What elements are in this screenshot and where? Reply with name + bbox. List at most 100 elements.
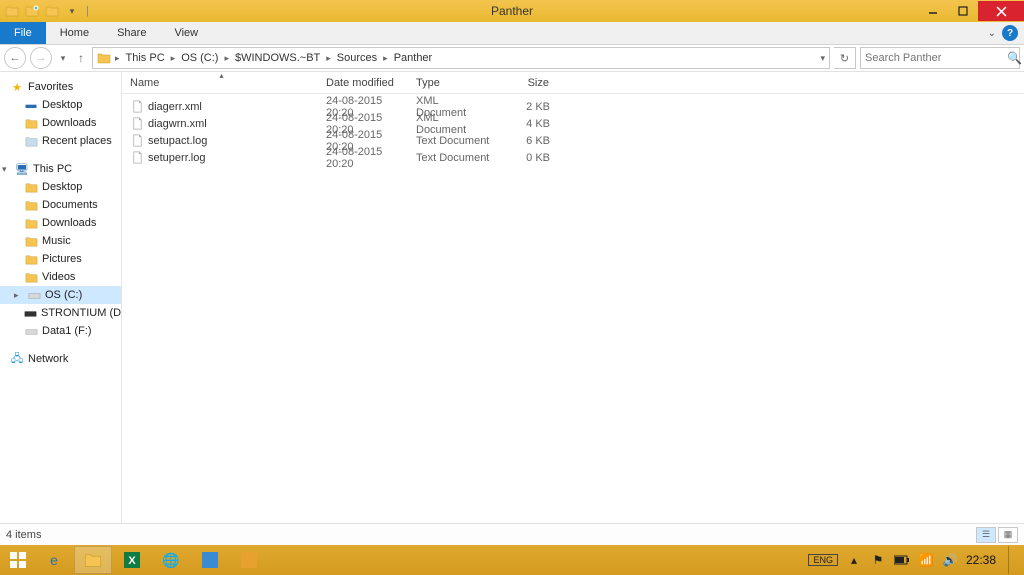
taskbar: e X 🌐 ENG ▴ ⚑ 📶 🔊 22:38 <box>0 545 1024 575</box>
up-button[interactable]: ↑ <box>74 47 88 69</box>
ribbon-tabs: File Home Share View ⌄ ? <box>0 22 1024 45</box>
tray-up-icon[interactable]: ▴ <box>846 552 862 568</box>
taskbar-app3[interactable] <box>230 546 268 574</box>
file-type: XML Document <box>408 112 498 136</box>
nav-label: Videos <box>42 271 75 283</box>
folder-icon <box>24 270 38 284</box>
taskbar-excel[interactable]: X <box>113 546 151 574</box>
tab-view[interactable]: View <box>160 22 212 44</box>
tree-expand-icon[interactable]: ▸ <box>14 290 23 301</box>
folder-icon <box>24 198 38 212</box>
drive-icon <box>27 288 41 302</box>
forward-button[interactable]: → <box>30 47 52 69</box>
tree-collapse-icon[interactable]: ▾ <box>2 164 11 175</box>
nav-data1-f[interactable]: Data1 (F:) <box>0 322 121 340</box>
recent-locations-icon[interactable]: ▾ <box>56 47 70 69</box>
folder-icon <box>83 550 103 570</box>
window-title: Panther <box>491 4 533 18</box>
nav-strontium-d[interactable]: STRONTIUM (D:) <box>0 304 121 322</box>
file-row[interactable]: diagwrn.xml24-08-2015 20:20XML Document4… <box>122 115 1024 132</box>
nav-os-c[interactable]: ▸OS (C:) <box>0 286 121 304</box>
nav-desktop[interactable]: ▬ Desktop <box>0 96 121 114</box>
clock[interactable]: 22:38 <box>966 553 996 567</box>
nav-network[interactable]: 🖧 Network <box>0 350 121 368</box>
breadcrumb-item[interactable]: Panther <box>392 52 435 64</box>
taskbar-app2[interactable] <box>191 546 229 574</box>
address-bar: ← → ▾ ↑ ▸ This PC ▸ OS (C:) ▸ $WINDOWS.~… <box>0 45 1024 72</box>
chevron-right-icon[interactable]: ▸ <box>222 53 231 64</box>
chevron-right-icon[interactable]: ▸ <box>381 53 390 64</box>
column-name[interactable]: Name▴ <box>122 72 318 93</box>
nav-pictures[interactable]: Pictures <box>0 250 121 268</box>
taskbar-app1[interactable]: 🌐 <box>152 546 190 574</box>
search-box[interactable]: 🔍 <box>860 47 1020 69</box>
chevron-right-icon[interactable]: ▸ <box>169 53 178 64</box>
network-icon[interactable]: 📶 <box>918 552 934 568</box>
chevron-right-icon[interactable]: ▸ <box>324 53 333 64</box>
tab-home[interactable]: Home <box>46 22 103 44</box>
nav-label: Desktop <box>42 181 82 193</box>
breadcrumb-item[interactable]: $WINDOWS.~BT <box>233 52 322 64</box>
nav-this-pc[interactable]: ▾ 🖥 This PC <box>0 160 121 178</box>
refresh-button[interactable]: ↻ <box>834 47 856 69</box>
taskbar-ie[interactable]: e <box>35 546 73 574</box>
help-icon[interactable]: ? <box>1002 25 1018 41</box>
details-view-button[interactable]: ☰ <box>976 527 996 543</box>
file-type: Text Document <box>408 135 498 147</box>
chevron-down-icon[interactable]: ▾ <box>64 3 80 19</box>
tab-file[interactable]: File <box>0 22 46 44</box>
search-icon[interactable]: 🔍 <box>1007 51 1022 65</box>
breadcrumb-item[interactable]: This PC <box>124 52 167 64</box>
file-icon <box>130 117 144 131</box>
nav-desktop[interactable]: Desktop <box>0 178 121 196</box>
file-size: 2 KB <box>498 101 558 113</box>
nav-label: Documents <box>42 199 98 211</box>
volume-icon[interactable]: 🔊 <box>942 552 958 568</box>
search-input[interactable] <box>865 52 1007 64</box>
nav-music[interactable]: Music <box>0 232 121 250</box>
properties-icon[interactable] <box>44 3 60 19</box>
nav-downloads[interactable]: Downloads <box>0 214 121 232</box>
back-button[interactable]: ← <box>4 47 26 69</box>
show-desktop-button[interactable] <box>1008 546 1016 574</box>
nav-label: Network <box>28 353 68 365</box>
folder-icon <box>24 116 38 130</box>
column-type[interactable]: Type <box>408 72 498 93</box>
network-icon: 🖧 <box>10 352 24 366</box>
ribbon-expand-icon[interactable]: ⌄ <box>988 28 996 39</box>
file-name: diagwrn.xml <box>148 118 207 130</box>
minimize-button[interactable] <box>918 1 948 21</box>
new-folder-icon[interactable] <box>24 3 40 19</box>
maximize-button[interactable] <box>948 1 978 21</box>
battery-icon[interactable] <box>894 552 910 568</box>
nav-favorites[interactable]: ★ Favorites <box>0 78 121 96</box>
nav-downloads[interactable]: Downloads <box>0 114 121 132</box>
tab-share[interactable]: Share <box>103 22 160 44</box>
column-date[interactable]: Date modified <box>318 72 408 93</box>
chevron-down-icon[interactable]: ▾ <box>820 53 825 64</box>
file-row[interactable]: setupact.log24-08-2015 20:20Text Documen… <box>122 132 1024 149</box>
status-bar: 4 items ☰ ▦ <box>0 523 1024 545</box>
nav-recent[interactable]: Recent places <box>0 132 121 150</box>
column-headers: Name▴ Date modified Type Size <box>122 72 1024 94</box>
breadcrumb-item[interactable]: Sources <box>335 52 379 64</box>
nav-videos[interactable]: Videos <box>0 268 121 286</box>
icons-view-button[interactable]: ▦ <box>998 527 1018 543</box>
file-row[interactable]: setuperr.log24-08-2015 20:20Text Documen… <box>122 149 1024 166</box>
breadcrumb[interactable]: ▸ This PC ▸ OS (C:) ▸ $WINDOWS.~BT ▸ Sou… <box>92 47 830 69</box>
folder-icon <box>24 180 38 194</box>
chevron-right-icon[interactable]: ▸ <box>113 53 122 64</box>
pc-icon: 🖥 <box>15 162 29 176</box>
keyboard-indicator[interactable]: ENG <box>808 554 838 566</box>
flag-icon[interactable]: ⚑ <box>870 552 886 568</box>
file-row[interactable]: diagerr.xml24-08-2015 20:20XML Document2… <box>122 98 1024 115</box>
nav-documents[interactable]: Documents <box>0 196 121 214</box>
column-size[interactable]: Size <box>498 72 558 93</box>
close-button[interactable] <box>978 1 1024 21</box>
file-size: 4 KB <box>498 118 558 130</box>
breadcrumb-item[interactable]: OS (C:) <box>179 52 220 64</box>
desktop-icon: ▬ <box>24 98 38 112</box>
taskbar-explorer[interactable] <box>74 546 112 574</box>
nav-label: Data1 (F:) <box>42 325 92 337</box>
start-button[interactable] <box>2 546 34 574</box>
